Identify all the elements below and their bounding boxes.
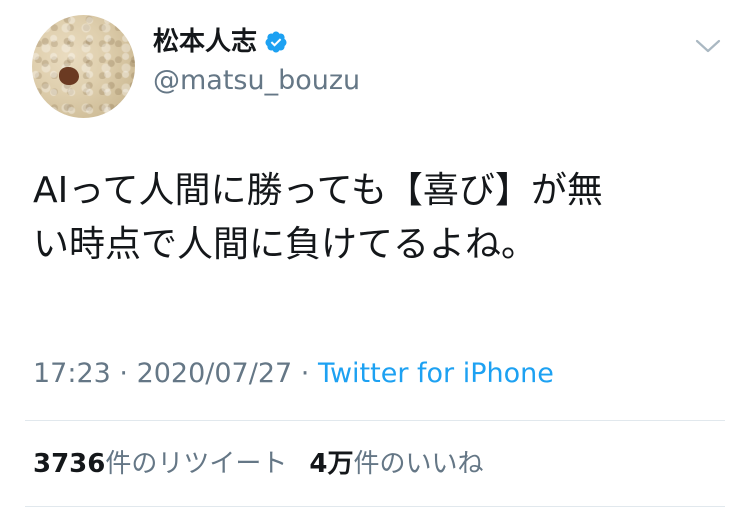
- tweet-text: AIって人間に勝っても【喜び】が無 い時点で人間に負けてるよね。: [33, 164, 723, 272]
- divider: [25, 506, 725, 507]
- tweet-time[interactable]: 17:23: [33, 358, 111, 389]
- likes-stat[interactable]: 4万件のいいね: [309, 449, 483, 479]
- retweets-stat[interactable]: 3736件のリツイート: [33, 449, 287, 479]
- meta-separator: ·: [110, 358, 137, 389]
- likes-count: 4万: [309, 449, 354, 479]
- tweet-stats: 3736件のリツイート 4万件のいいね: [33, 446, 484, 482]
- retweets-label: 件のリツイート: [105, 449, 288, 479]
- divider: [25, 420, 725, 421]
- retweets-count: 3736: [33, 449, 106, 479]
- tweet-source-link[interactable]: Twitter for iPhone: [318, 358, 554, 389]
- avatar-spot: [59, 67, 79, 85]
- tweet-date[interactable]: 2020/07/27: [137, 358, 293, 389]
- tweet-meta: 17:23 · 2020/07/27 · Twitter for iPhone: [33, 356, 554, 392]
- verified-badge-icon: [265, 31, 287, 53]
- user-display-name-row[interactable]: 松本人志: [153, 26, 288, 58]
- avatar[interactable]: [32, 15, 135, 118]
- tweet-text-line: い時点で人間に負けてるよね。: [33, 224, 538, 265]
- user-handle[interactable]: @matsu_bouzu: [153, 64, 360, 98]
- chevron-down-icon[interactable]: [694, 36, 722, 56]
- user-display-name[interactable]: 松本人志: [153, 26, 257, 58]
- meta-separator: ·: [292, 358, 318, 389]
- likes-label: 件のいいね: [353, 449, 484, 479]
- tweet-text-line: AIって人間に勝っても【喜び】が無: [33, 170, 603, 211]
